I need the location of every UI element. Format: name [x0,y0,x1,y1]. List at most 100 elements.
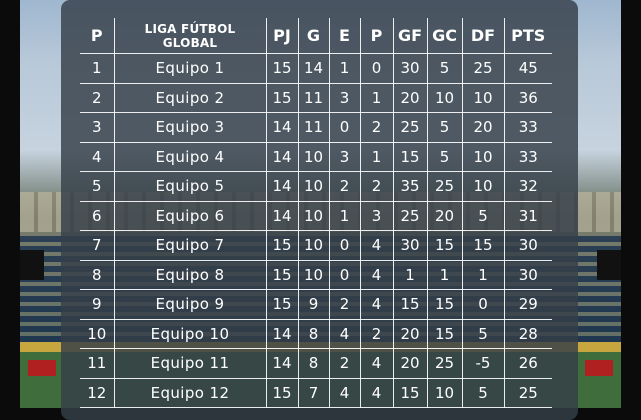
cell-team: Equipo 11 [114,348,267,379]
header-position: P [80,18,115,54]
standings-body: 1 Equipo 1 15 14 1 0 30 5 25 45 2 Equipo 2 15 11 3 1 20 1… [80,53,552,408]
cell-played: 15 [266,83,299,113]
cell-played: 14 [266,171,299,202]
table-row: 7 Equipo 7 15 10 0 4 30 15 15 30 [80,230,552,261]
header-lost: P [360,18,394,54]
cell-goals-against: 10 [427,378,463,408]
cell-points: 29 [504,289,552,320]
cell-won: 7 [298,378,330,408]
cell-team: Equipo 6 [114,201,267,231]
cell-position: 10 [80,319,115,349]
cell-position: 4 [80,142,115,172]
cell-points: 32 [504,171,552,202]
cell-won: 14 [298,53,330,84]
cell-goal-difference: 10 [462,142,505,172]
cell-played: 15 [266,378,299,408]
cell-goal-difference: 10 [462,171,505,202]
header-played: PJ [266,18,299,54]
cell-points: 30 [504,230,552,261]
header-won: G [298,18,330,54]
table-row: 11 Equipo 11 14 8 2 4 20 25 -5 26 [80,348,552,379]
cell-drawn: 2 [329,289,361,320]
cell-goals-for: 20 [393,348,428,379]
cell-goals-for: 20 [393,319,428,349]
cell-lost: 1 [360,142,394,172]
cell-points: 28 [504,319,552,349]
header-goals-for: GF [393,18,428,54]
cell-position: 12 [80,378,115,408]
cell-goals-against: 10 [427,83,463,113]
cell-lost: 4 [360,260,394,290]
table-row: 1 Equipo 1 15 14 1 0 30 5 25 45 [80,53,552,84]
cell-drawn: 2 [329,348,361,379]
cell-drawn: 2 [329,171,361,202]
cell-goal-difference: 0 [462,289,505,320]
cell-goals-against: 20 [427,201,463,231]
cell-goals-against: 25 [427,348,463,379]
cell-drawn: 3 [329,83,361,113]
table-header-row: P LIGA FÚTBOL GLOBAL PJ G E P GF GC DF P… [80,18,552,54]
banner-right [585,360,613,376]
cell-played: 14 [266,201,299,231]
scoreboard-left [20,250,44,280]
cell-goals-against: 15 [427,319,463,349]
cell-team: Equipo 1 [114,53,267,84]
cell-goals-against: 5 [427,53,463,84]
cell-position: 8 [80,260,115,290]
cell-goals-for: 15 [393,289,428,320]
cell-points: 25 [504,378,552,408]
header-league-title: LIGA FÚTBOL GLOBAL [114,18,267,54]
table-row: 10 Equipo 10 14 8 4 2 20 15 5 28 [80,319,552,349]
cell-goals-for: 15 [393,142,428,172]
cell-played: 14 [266,348,299,379]
cell-lost: 0 [360,53,394,84]
cell-team: Equipo 8 [114,260,267,290]
cell-lost: 3 [360,201,394,231]
cell-points: 36 [504,83,552,113]
cell-goal-difference: 5 [462,319,505,349]
cell-position: 9 [80,289,115,320]
table-row: 4 Equipo 4 14 10 3 1 15 5 10 33 [80,142,552,172]
header-goals-against: GC [427,18,463,54]
cell-lost: 2 [360,112,394,143]
cell-lost: 4 [360,289,394,320]
cell-goals-for: 20 [393,83,428,113]
cell-points: 30 [504,260,552,290]
table-row: 5 Equipo 5 14 10 2 2 35 25 10 32 [80,171,552,202]
header-drawn: E [329,18,361,54]
cell-drawn: 0 [329,230,361,261]
cell-points: 33 [504,112,552,143]
cell-goals-against: 5 [427,112,463,143]
cell-goals-against: 5 [427,142,463,172]
cell-position: 11 [80,348,115,379]
cell-goals-against: 25 [427,171,463,202]
cell-points: 26 [504,348,552,379]
cell-drawn: 0 [329,112,361,143]
standings-table: P LIGA FÚTBOL GLOBAL PJ G E P GF GC DF P… [80,18,552,408]
cell-goal-difference: 1 [462,260,505,290]
cell-drawn: 1 [329,53,361,84]
cell-goal-difference: 20 [462,112,505,143]
cell-played: 15 [266,53,299,84]
cell-goals-against: 15 [427,289,463,320]
cell-goal-difference: 5 [462,378,505,408]
cell-lost: 4 [360,230,394,261]
cell-team: Equipo 4 [114,142,267,172]
cell-points: 45 [504,53,552,84]
cell-drawn: 1 [329,201,361,231]
cell-drawn: 3 [329,142,361,172]
cell-played: 15 [266,289,299,320]
table-row: 9 Equipo 9 15 9 2 4 15 15 0 29 [80,289,552,320]
table-row: 2 Equipo 2 15 11 3 1 20 10 10 36 [80,83,552,113]
cell-drawn: 0 [329,260,361,290]
cell-won: 10 [298,201,330,231]
cell-won: 11 [298,112,330,143]
cell-lost: 4 [360,348,394,379]
cell-drawn: 4 [329,319,361,349]
cell-team: Equipo 9 [114,289,267,320]
header-goal-difference: DF [462,18,505,54]
league-title-line1: LIGA FÚTBOL [144,21,236,36]
cell-goals-against: 15 [427,230,463,261]
table-row: 6 Equipo 6 14 10 1 3 25 20 5 31 [80,201,552,231]
cell-position: 3 [80,112,115,143]
